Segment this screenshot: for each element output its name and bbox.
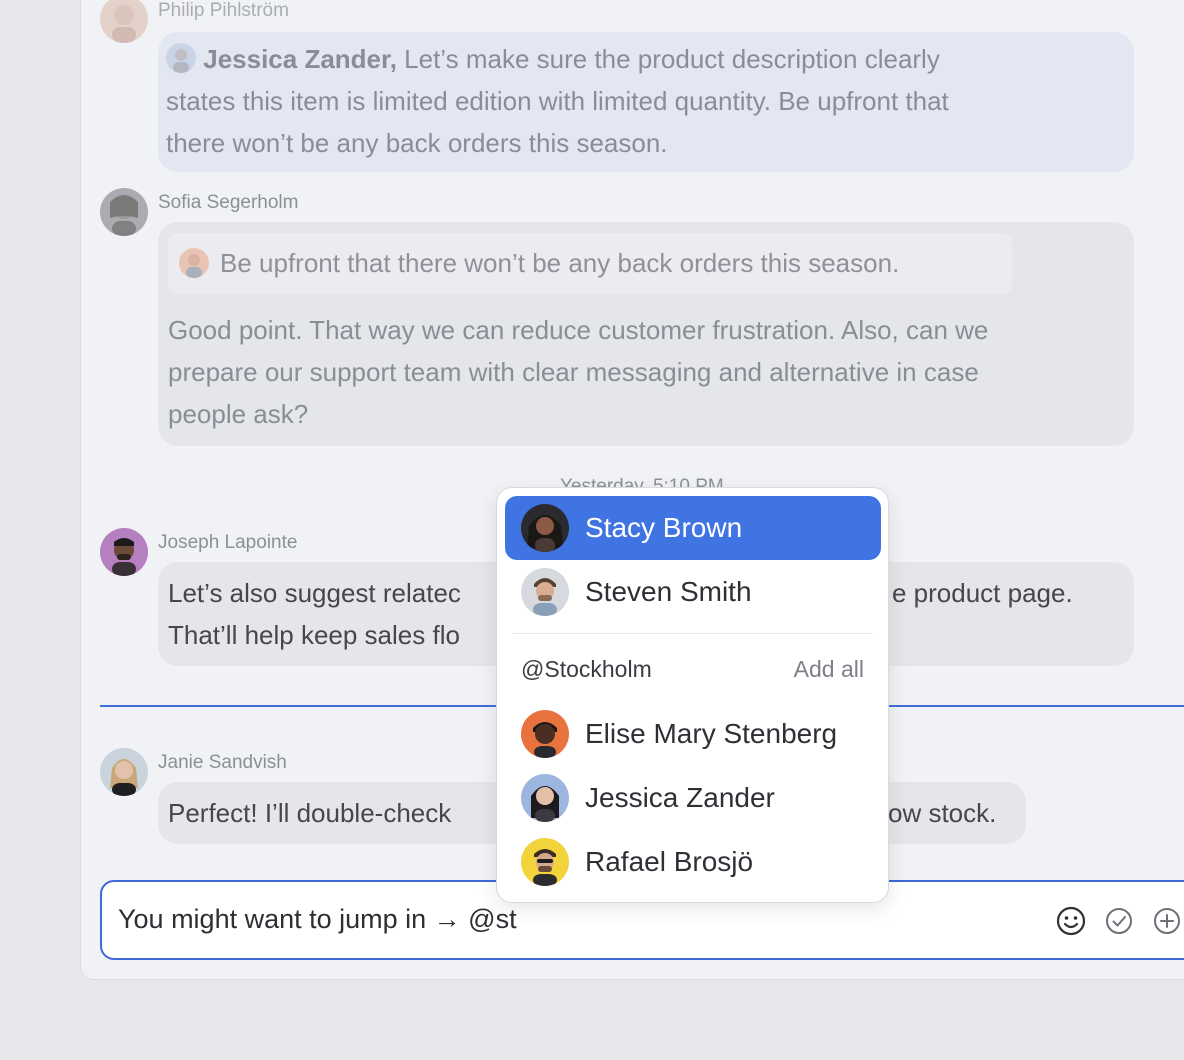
plus-circle-icon[interactable] bbox=[1152, 906, 1182, 936]
suggestion-label: Elise Mary Stenberg bbox=[585, 718, 838, 749]
message-text: e product page. bbox=[892, 578, 1073, 608]
sender-name: Sofia Segerholm bbox=[158, 192, 299, 213]
avatar bbox=[521, 504, 569, 552]
suggestion-rafael-brosjo[interactable]: Rafael Brosjö bbox=[505, 830, 881, 894]
quote-avatar bbox=[179, 248, 209, 278]
avatar bbox=[521, 838, 569, 886]
check-circle-icon[interactable] bbox=[1104, 906, 1134, 936]
message-text: Perfect! I’ll double-check bbox=[168, 798, 452, 828]
quote-text: Be upfront that there won’t be any back … bbox=[220, 248, 900, 278]
sender-name: Janie Sandvish bbox=[158, 752, 287, 773]
mention-avatar bbox=[166, 43, 196, 74]
mention-suggestions-popup: Stacy Brown Steven Smith @Stockholm Add … bbox=[496, 487, 889, 903]
avatar bbox=[521, 710, 569, 758]
emoji-icon[interactable] bbox=[1056, 906, 1086, 936]
avatar[interactable] bbox=[100, 188, 148, 236]
mention-tag[interactable]: Jessica Zander, bbox=[203, 44, 397, 74]
sender-name: Joseph Lapointe bbox=[158, 532, 298, 553]
message-bubble: Jessica Zander, Let’s make sure the prod… bbox=[158, 32, 1134, 172]
suggestion-label: Stacy Brown bbox=[585, 512, 743, 543]
message-text: people ask? bbox=[168, 399, 309, 429]
avatar[interactable] bbox=[100, 748, 148, 796]
sender-name: Philip Pihlström bbox=[158, 0, 289, 21]
suggestion-label: Jessica Zander bbox=[585, 782, 775, 813]
message-text: Let’s also suggest relatec bbox=[168, 578, 461, 608]
group-label: @Stockholm bbox=[521, 656, 652, 682]
avatar[interactable] bbox=[100, 528, 148, 576]
message-text: prepare our support team with clear mess… bbox=[168, 357, 979, 387]
suggestion-jessica-zander[interactable]: Jessica Zander bbox=[505, 766, 881, 830]
suggestion-stacy-brown[interactable]: Stacy Brown bbox=[505, 496, 881, 560]
composer-input[interactable]: You might want to jump in → @st bbox=[118, 904, 517, 935]
message-text: Good point. That way we can reduce custo… bbox=[168, 315, 989, 345]
message-text: states this item is limited edition with… bbox=[166, 86, 949, 116]
suggestion-label: Rafael Brosjö bbox=[585, 846, 754, 877]
suggestion-label: Steven Smith bbox=[585, 576, 752, 607]
popup-divider bbox=[513, 633, 873, 634]
message-text: Let’s make sure the product description … bbox=[404, 44, 940, 74]
message-text: ow stock. bbox=[888, 798, 997, 828]
message-text: there won’t be any back orders this seas… bbox=[166, 128, 668, 158]
suggestion-steven-smith[interactable]: Steven Smith bbox=[505, 560, 881, 624]
add-all-button[interactable]: Add all bbox=[794, 656, 864, 683]
avatar bbox=[521, 774, 569, 822]
message-text-block: Good point. That way we can reduce custo… bbox=[158, 309, 1134, 439]
suggestion-elise-mary-stenberg[interactable]: Elise Mary Stenberg bbox=[505, 702, 881, 766]
avatar bbox=[521, 568, 569, 616]
quoted-message[interactable]: Be upfront that there won’t be any back … bbox=[168, 233, 1012, 294]
